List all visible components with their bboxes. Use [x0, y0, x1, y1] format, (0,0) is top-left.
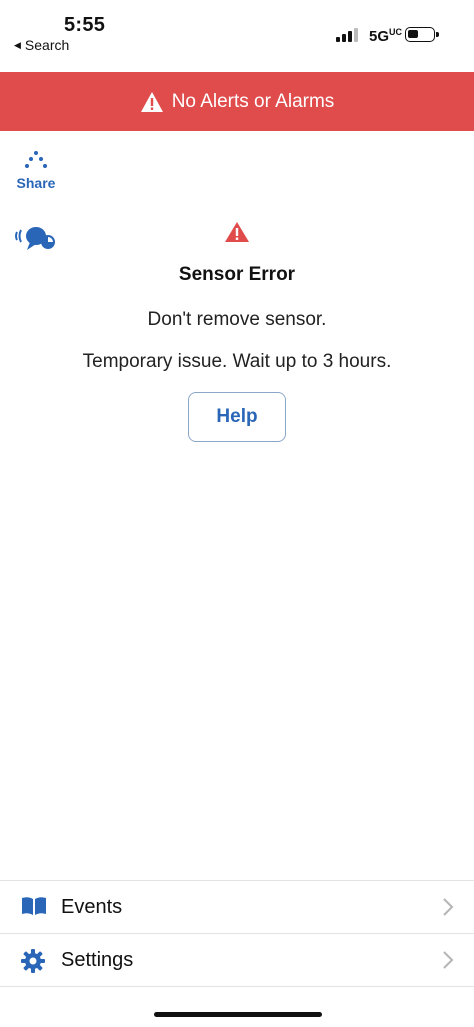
back-label: Search	[24, 37, 70, 53]
menu-item-label: Events	[61, 895, 123, 918]
voice-assist-button[interactable]	[14, 222, 58, 257]
chevron-right-icon	[443, 898, 454, 916]
help-button[interactable]: Help	[188, 392, 286, 442]
chevron-right-icon	[443, 951, 454, 969]
battery-icon	[405, 27, 439, 42]
alert-banner-text: No Alerts or Alarms	[171, 90, 335, 112]
book-icon	[22, 897, 46, 915]
menu-item-events[interactable]: Events	[0, 880, 474, 933]
home-indicator[interactable]	[154, 1012, 322, 1017]
network-label: 5G	[369, 28, 390, 45]
menu-item-label: Settings	[61, 948, 134, 971]
share-button[interactable]: Share	[14, 150, 58, 191]
sensor-error-title: Sensor Error	[178, 264, 296, 285]
sensor-message-2: Temporary issue. Wait up to 3 hours.	[82, 351, 392, 372]
back-arrow-icon: ◀	[14, 39, 21, 50]
network-indicator: 5GUC	[369, 27, 402, 45]
status-bar: 5:55 ◀ Search 5GUC	[0, 0, 474, 72]
network-suffix: UC	[389, 27, 403, 37]
status-time: 5:55	[64, 14, 106, 36]
menu-item-settings[interactable]: Settings	[0, 933, 474, 987]
gear-icon	[21, 949, 45, 973]
signal-icon	[336, 28, 358, 42]
speech-bubble-icon	[15, 227, 55, 250]
bottom-menu: Events Settings	[0, 880, 474, 987]
back-to-search[interactable]: ◀ Search	[14, 37, 69, 53]
sensor-message-1: Don't remove sensor.	[147, 309, 327, 330]
alert-banner[interactable]: No Alerts or Alarms	[0, 72, 474, 131]
error-warning-icon	[225, 222, 249, 242]
share-label: Share	[16, 175, 56, 191]
warning-icon	[140, 91, 163, 112]
share-icon	[25, 151, 47, 168]
